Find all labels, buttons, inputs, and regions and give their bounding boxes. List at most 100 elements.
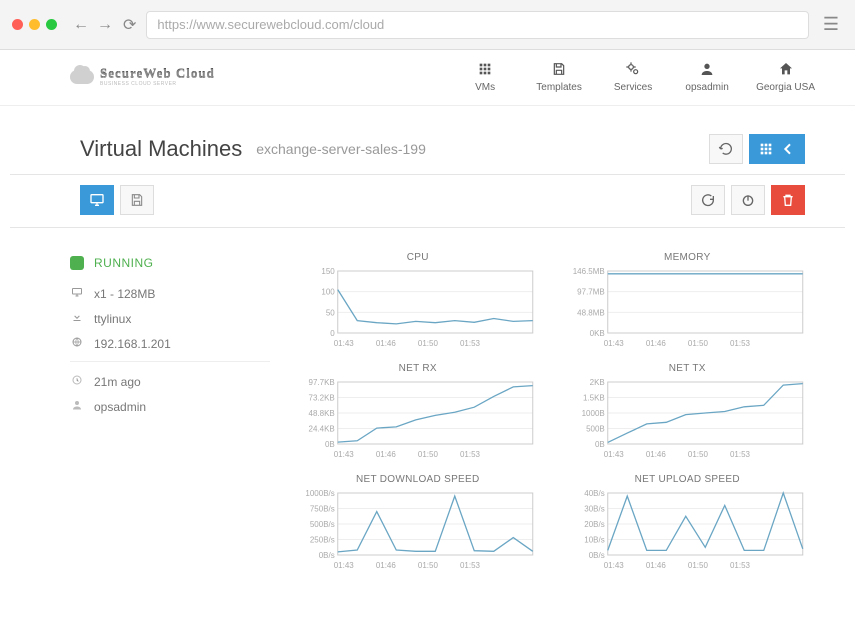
grid-icon	[477, 60, 493, 78]
floppy-icon	[129, 192, 145, 208]
svg-text:73.2KB: 73.2KB	[309, 394, 335, 403]
svg-text:01:43: 01:43	[334, 339, 355, 348]
refresh-icon	[718, 141, 734, 157]
app-header: SecureWeb Cloud BUSINESS CLOUD SERVER VM…	[0, 50, 855, 106]
svg-text:01:43: 01:43	[334, 561, 355, 570]
svg-text:0: 0	[330, 329, 335, 338]
vm-ip-row: 192.168.1.201	[70, 336, 270, 351]
nav-item-vms[interactable]: VMs	[460, 60, 510, 93]
chart-plot: 146.5MB97.7MB48.8MB0KB01:4301:4601:5001:…	[560, 267, 816, 349]
reload-icon[interactable]: ⟳	[123, 15, 136, 35]
svg-text:50: 50	[326, 308, 335, 317]
chart-title: NET TX	[669, 363, 706, 374]
browser-chrome: ← → ⟳ https://www.securewebcloud.com/clo…	[0, 0, 855, 50]
svg-text:01:43: 01:43	[334, 450, 355, 459]
console-button[interactable]	[80, 185, 114, 215]
svg-text:0B: 0B	[325, 440, 335, 449]
brand-name: SecureWeb Cloud	[100, 66, 215, 82]
globe-icon	[70, 336, 84, 351]
monitor-icon	[89, 192, 105, 208]
page-subtitle: exchange-server-sales-199	[256, 141, 426, 157]
clock-icon	[70, 374, 84, 389]
title-bar: Virtual Machines exchange-server-sales-1…	[10, 106, 845, 175]
chart-plot: 97.7KB73.2KB48.8KB24.4KB0B01:4301:4601:5…	[290, 378, 546, 460]
svg-text:01:46: 01:46	[376, 561, 397, 570]
svg-text:97.7KB: 97.7KB	[309, 378, 335, 387]
svg-text:01:53: 01:53	[460, 450, 481, 459]
svg-text:750B/s: 750B/s	[310, 505, 335, 514]
chart-net_tx: NET TX2KB1.5KB1000B500B0B01:4301:4601:50…	[560, 363, 816, 460]
chart-cpu: CPU15010050001:4301:4601:5001:53	[290, 252, 546, 349]
view-toggle-button[interactable]	[749, 134, 805, 164]
vm-spec-row: x1 - 128MB	[70, 286, 270, 301]
chart-plot: 2KB1.5KB1000B500B0B01:4301:4601:5001:53	[560, 378, 816, 460]
nav-item-templates[interactable]: Templates	[534, 60, 584, 93]
trash-icon	[780, 192, 796, 208]
nav-label: Templates	[536, 82, 582, 93]
delete-button[interactable]	[771, 185, 805, 215]
user-icon	[699, 60, 715, 78]
svg-text:0B/s: 0B/s	[319, 551, 335, 560]
svg-text:01:50: 01:50	[687, 450, 708, 459]
window-minimize-icon[interactable]	[29, 19, 40, 30]
chart-title: CPU	[407, 252, 429, 263]
svg-text:100: 100	[321, 288, 335, 297]
chart-plot: 1000B/s750B/s500B/s250B/s0B/s01:4301:460…	[290, 489, 546, 571]
snapshot-button[interactable]	[120, 185, 154, 215]
svg-text:1000B: 1000B	[581, 409, 604, 418]
vm-ip: 192.168.1.201	[94, 337, 171, 351]
grid-icon	[758, 141, 774, 157]
vm-owner: opsadmin	[94, 400, 146, 414]
chart-net_dl: NET DOWNLOAD SPEED1000B/s750B/s500B/s250…	[290, 474, 546, 571]
brand-logo[interactable]: SecureWeb Cloud BUSINESS CLOUD SERVER	[70, 66, 215, 87]
svg-text:30B/s: 30B/s	[584, 505, 604, 514]
charts-grid: CPU15010050001:4301:4601:5001:53MEMORY14…	[290, 252, 815, 571]
nav-item-services[interactable]: Services	[608, 60, 658, 93]
forward-icon[interactable]: →	[97, 16, 113, 34]
menu-icon[interactable]: ☰	[819, 14, 843, 35]
svg-text:0B/s: 0B/s	[588, 551, 604, 560]
window-maximize-icon[interactable]	[46, 19, 57, 30]
gears-icon	[625, 60, 641, 78]
monitor-small-icon	[70, 286, 84, 301]
svg-text:48.8MB: 48.8MB	[577, 308, 605, 317]
vm-toolbar	[10, 175, 845, 228]
vm-age-row: 21m ago	[70, 374, 270, 389]
svg-text:10B/s: 10B/s	[584, 536, 604, 545]
main-content: RUNNING x1 - 128MB ttylinux 192.168.1.20…	[0, 228, 855, 571]
restart-icon	[700, 192, 716, 208]
home-icon	[778, 60, 794, 78]
svg-text:2KB: 2KB	[589, 378, 604, 387]
power-button[interactable]	[731, 185, 765, 215]
nav-item-opsadmin[interactable]: opsadmin	[682, 60, 732, 93]
refresh-button[interactable]	[709, 134, 743, 164]
svg-text:01:46: 01:46	[376, 339, 397, 348]
svg-text:48.8KB: 48.8KB	[309, 409, 335, 418]
user-small-icon	[70, 399, 84, 414]
svg-text:01:50: 01:50	[687, 339, 708, 348]
url-bar[interactable]: https://www.securewebcloud.com/cloud	[146, 11, 808, 39]
status-label: RUNNING	[94, 256, 154, 270]
chart-net_ul: NET UPLOAD SPEED40B/s30B/s20B/s10B/s0B/s…	[560, 474, 816, 571]
svg-text:01:50: 01:50	[418, 450, 439, 459]
svg-text:01:53: 01:53	[729, 450, 750, 459]
cloud-icon	[70, 70, 94, 84]
back-icon[interactable]: ←	[73, 16, 89, 34]
download-icon	[70, 311, 84, 326]
svg-text:500B: 500B	[586, 425, 605, 434]
nav-arrows: ← →	[73, 16, 113, 34]
window-controls	[12, 19, 57, 30]
nav-item-georgia-usa[interactable]: Georgia USA	[756, 60, 815, 93]
vm-details-panel: RUNNING x1 - 128MB ttylinux 192.168.1.20…	[70, 252, 270, 571]
reboot-button[interactable]	[691, 185, 725, 215]
svg-text:0KB: 0KB	[589, 329, 604, 338]
svg-text:500B/s: 500B/s	[310, 520, 335, 529]
svg-text:01:46: 01:46	[645, 339, 666, 348]
chart-title: NET UPLOAD SPEED	[635, 474, 740, 485]
svg-text:01:53: 01:53	[729, 339, 750, 348]
svg-text:01:46: 01:46	[645, 450, 666, 459]
svg-text:01:53: 01:53	[729, 561, 750, 570]
window-close-icon[interactable]	[12, 19, 23, 30]
nav-label: Services	[614, 82, 652, 93]
power-icon	[740, 192, 756, 208]
